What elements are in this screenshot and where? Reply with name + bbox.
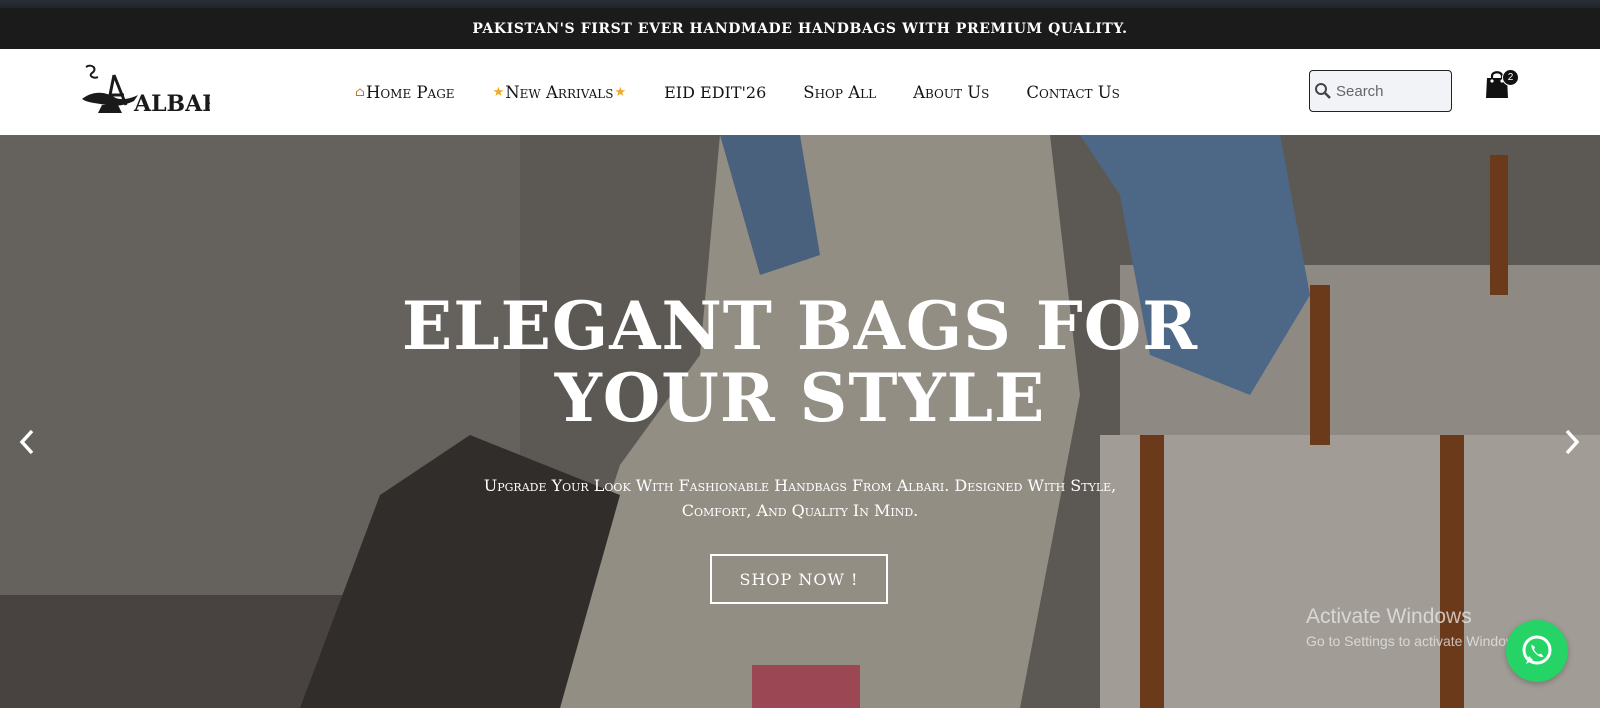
chevron-left-icon — [19, 429, 34, 455]
carousel-prev-button[interactable] — [12, 425, 42, 459]
watermark-subtitle: Go to Settings to activate Windows. — [1306, 633, 1527, 649]
cart-count-badge: 2 — [1502, 69, 1519, 86]
nav-shop-all[interactable]: Shop All — [803, 83, 876, 102]
nav-shop-all-label: Shop All — [803, 82, 877, 102]
carousel-next-button[interactable] — [1557, 425, 1587, 459]
hero-title: ELEGANT BAGS FOR YOUR STYLE — [400, 290, 1200, 434]
search-input[interactable] — [1332, 82, 1446, 100]
browser-top-strip — [0, 0, 1600, 8]
windows-activation-watermark: Activate Windows Go to Settings to activ… — [1306, 605, 1527, 649]
nav-contact-us[interactable]: Contact Us — [1026, 83, 1120, 102]
whatsapp-chat-button[interactable] — [1506, 620, 1568, 682]
hero-subtitle-line1: Upgrade Your Look With Fashionable Handb… — [483, 476, 1117, 495]
watermark-title: Activate Windows — [1306, 605, 1472, 628]
chevron-right-icon — [1565, 429, 1580, 455]
nav-new-arrivals[interactable]: ★ New Arrivals ★ — [492, 83, 628, 102]
main-navigation: ⌂ Home Page ★ New Arrivals ★ EID EDIT'26… — [354, 49, 1157, 135]
nav-eid-edit-label: EID EDIT'26 — [664, 82, 767, 102]
aladdin-lamp-icon: ALBARI — [82, 64, 231, 117]
site-header: ALBARI ⌂ Home Page ★ New Arrivals ★ EID … — [0, 49, 1600, 135]
logo-text: ALBARI — [133, 91, 210, 117]
nav-contact-us-label: Contact Us — [1026, 82, 1120, 102]
search-icon — [1315, 83, 1331, 99]
house-icon: ⌂ — [355, 84, 365, 100]
star-icon: ★ — [614, 84, 627, 100]
announcement-bar: PAKISTAN'S FIRST EVER HANDMADE HANDBAGS … — [0, 8, 1600, 49]
hero-title-line2: YOUR STYLE — [554, 359, 1046, 437]
nav-home[interactable]: ⌂ Home Page — [354, 83, 455, 102]
whatsapp-icon — [1522, 635, 1552, 665]
star-icon: ★ — [492, 84, 505, 100]
hero-title-line1: ELEGANT BAGS FOR — [401, 287, 1199, 365]
shop-now-button[interactable]: SHOP NOW ! — [710, 554, 888, 604]
nav-about-us[interactable]: About Us — [913, 83, 989, 102]
cart-button[interactable]: 2 — [1484, 69, 1519, 103]
nav-about-us-label: About Us — [913, 82, 990, 102]
nav-eid-edit[interactable]: EID EDIT'26 — [664, 83, 766, 102]
hero-subtitle-line2: Comfort, And Quality In Mind. — [681, 501, 919, 520]
nav-new-arrivals-label: New Arrivals — [505, 82, 614, 102]
brand-logo[interactable]: ALBARI — [78, 61, 231, 123]
announcement-text: PAKISTAN'S FIRST EVER HANDMADE HANDBAGS … — [472, 20, 1128, 37]
search-box[interactable] — [1309, 70, 1452, 112]
hero-banner: ELEGANT BAGS FOR YOUR STYLE Upgrade Your… — [0, 135, 1600, 708]
hero-subtitle: Upgrade Your Look With Fashionable Handb… — [400, 473, 1200, 523]
shop-now-label: SHOP NOW ! — [739, 569, 859, 589]
nav-home-label: Home Page — [365, 82, 455, 102]
